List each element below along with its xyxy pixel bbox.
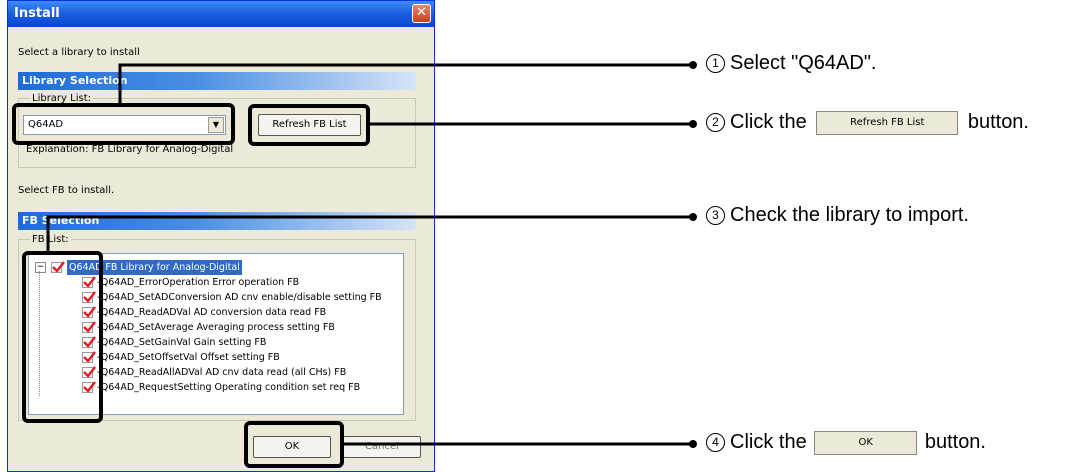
inline-refresh-fb-list-button: Refresh FB List [816,111,959,135]
step-number: 1 [706,54,725,73]
leader-lines [46,61,697,448]
step-number: 2 [706,113,725,132]
leader-dot-4 [689,440,697,448]
step-number: 4 [706,433,725,452]
leader-line-3 [46,215,693,251]
callout-2: 2 Click the Refresh FB List button. [706,111,1029,135]
leader-dot-3 [689,213,697,221]
callout-4: 4 Click the OK button. [706,431,986,455]
leader-line-1 [118,63,693,103]
callout-text-before: Click the [730,431,807,453]
callout-text-before: Click the [730,111,807,133]
callout-1: 1 Select "Q64AD". [706,52,876,75]
callout-text-after: button. [967,111,1029,133]
step-number: 3 [706,206,725,225]
leader-dot-1 [689,61,697,69]
callout-text: Select "Q64AD". [730,52,877,74]
callout-text-after: button. [924,431,986,453]
leader-dot-2 [689,120,697,128]
inline-ok-button: OK [814,431,918,455]
callout-3: 3 Check the library to import. [706,204,969,227]
callout-text: Check the library to import. [730,204,969,226]
